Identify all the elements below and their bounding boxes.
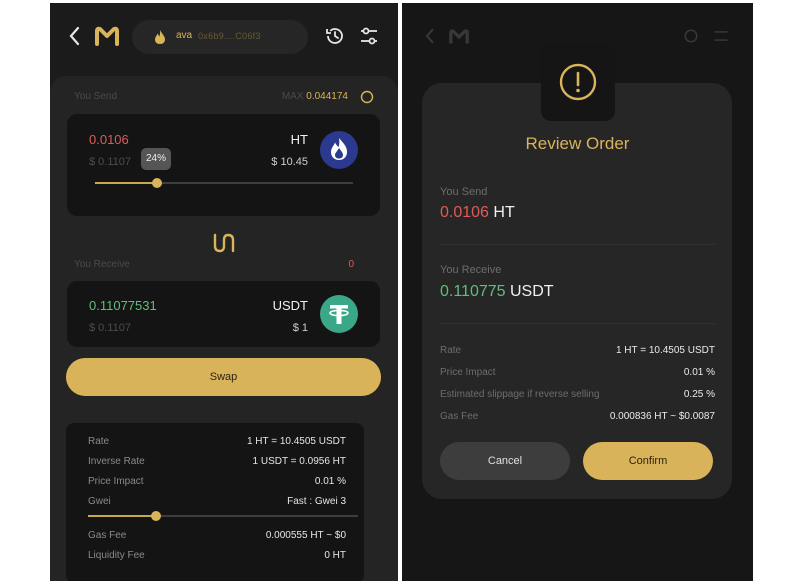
gwei-slider-fill [88,515,156,517]
history-icon[interactable] [324,25,346,47]
detail-value: 0.25 % [683,389,715,400]
detail-value: 0.000555 HT ~ $0 [265,530,346,541]
detail-value: 0.000836 HT ~ $0.0087 [609,411,715,422]
back-icon-dimmed [425,28,434,44]
send-amount-input[interactable]: 0.0106 [89,132,129,147]
receive-token-symbol[interactable]: USDT [273,298,308,313]
wallet-name: ava [176,30,193,41]
detail-label: Price Impact [88,476,144,487]
detail-label: Gas Fee [440,411,479,422]
detail-label: Liquidity Fee [88,550,145,561]
you-send-label: You Send [74,91,118,102]
back-icon[interactable] [68,25,82,47]
detail-value: 0.01 % [314,476,346,487]
modal-send-token: HT [493,204,515,221]
you-receive-label: You Receive [74,259,130,270]
detail-value: 1 USDT = 0.0956 HT [252,456,346,467]
swap-screen: ava 0x6b9....C06f3 You Send MAX 0.044174… [50,3,398,581]
modal-you-send-label: You Send [440,186,488,198]
refresh-circle-icon[interactable] [360,90,374,104]
detail-label: Gwei [88,496,111,507]
usdt-token-icon[interactable] [320,295,358,333]
swap-details-card: Rate 1 HT = 10.4505 USDT Inverse Rate 1 USD… [66,423,364,581]
receive-card: 0.11077531 $ 0.1107 USDT $ 1 [67,281,380,347]
cancel-button[interactable]: Cancel [440,442,570,480]
divider [440,244,716,245]
detail-label: Gas Fee [88,530,127,541]
receive-usd-value: $ 0.1107 [89,322,132,334]
app-logo-icon-dimmed [449,29,469,44]
swap-button[interactable]: Swap [66,358,381,396]
receive-count: 0 [348,259,354,270]
ht-token-icon[interactable] [320,131,358,169]
detail-label: Inverse Rate [88,456,145,467]
detail-value: Fast : Gwei 3 [287,496,346,507]
confirm-button[interactable]: Confirm [583,442,713,480]
flame-icon [155,30,165,44]
review-order-screen: Review Order You Send 0.0106 HT You Rece… [402,3,753,581]
max-value: 0.044174 [306,91,348,102]
percent-tooltip: 24% [141,148,171,170]
modal-you-receive-label: You Receive [440,264,502,276]
swap-direction-icon[interactable] [212,232,236,254]
divider [440,323,716,324]
app-logo-icon [95,26,119,46]
send-slider-handle[interactable] [151,178,162,188]
gwei-slider-handle[interactable] [150,511,161,521]
history-icon-dimmed [684,29,698,43]
wallet-address: 0x6b9....C06f3 [198,31,261,41]
exclamation-circle-icon [559,63,597,101]
modal-send-value: 0.0106 HT [440,204,515,222]
send-slider-fill [95,182,157,184]
review-order-title: Review Order [525,134,630,153]
detail-label: Estimated slippage if reverse selling [440,389,600,400]
wallet-selector[interactable]: ava 0x6b9....C06f3 [132,20,308,54]
send-card: 0.0106 $ 0.1107 24% HT $ 10.45 [67,114,380,216]
modal-receive-amount: 0.110775 [440,283,506,300]
settings-icon-dimmed [714,31,728,41]
detail-label: Rate [440,345,462,356]
modal-receive-token: USDT [510,283,554,300]
modal-send-amount: 0.0106 [440,204,489,221]
send-token-symbol[interactable]: HT [291,132,308,147]
detail-value: 1 HT = 10.4505 USDT [246,436,346,447]
receive-token-usd: $ 1 [292,322,308,334]
detail-label: Price Impact [440,367,496,378]
detail-value: 0.01 % [683,367,715,378]
modal-receive-value: 0.110775 USDT [440,283,554,301]
send-percent-slider[interactable] [95,178,353,188]
send-token-usd: $ 10.45 [271,156,308,168]
detail-value: 1 HT = 10.4505 USDT [615,345,715,356]
send-usd-value: $ 0.1107 [89,156,132,168]
alert-icon-box [541,43,615,121]
settings-sliders-icon[interactable] [358,25,380,47]
max-label: MAX [281,91,304,102]
gwei-slider[interactable] [88,511,358,521]
detail-value: 0 HT [324,550,346,561]
detail-label: Rate [88,436,110,447]
max-button[interactable]: MAX 0.044174 [282,91,348,102]
receive-amount: 0.11077531 [89,298,157,313]
